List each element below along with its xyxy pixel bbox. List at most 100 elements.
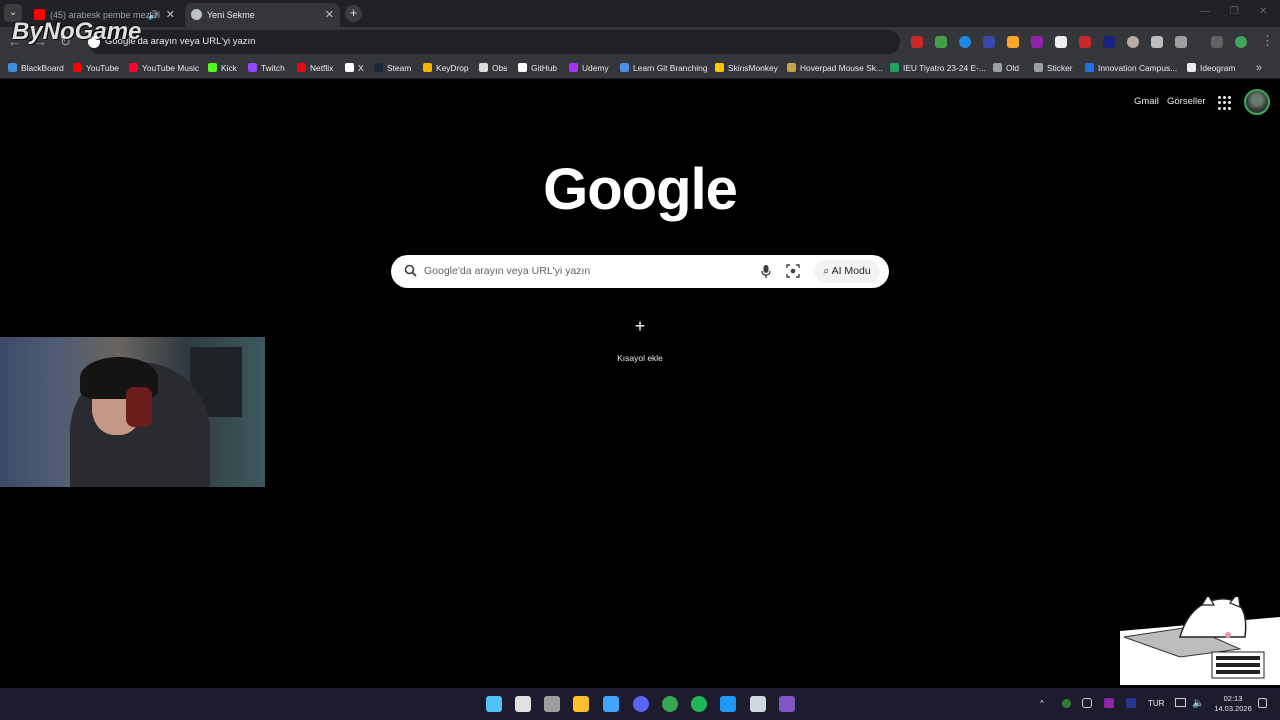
bookmark-item[interactable]: Old xyxy=(993,57,1019,79)
bookmark-item[interactable]: Sticker xyxy=(1034,57,1073,79)
maximize-icon[interactable]: ❐ xyxy=(1230,6,1239,17)
extension-icon[interactable] xyxy=(959,36,971,48)
title-bar: ⌄ (45) arabesk pembe mezarl 🔊 ✕ Yeni Sek… xyxy=(0,0,1280,27)
bookmark-label: X xyxy=(358,63,364,73)
bookmark-item[interactable]: Kick xyxy=(208,57,237,79)
bookmark-label: Innovation Campus... xyxy=(1098,63,1178,73)
tab-new-tab[interactable]: Yeni Sekme ✕ xyxy=(185,3,340,27)
search-box[interactable]: Google'da arayın veya URL'yi yazın ⌕ AI … xyxy=(391,255,889,288)
vscode-icon[interactable] xyxy=(720,696,736,712)
system-clock[interactable]: 02:13 14.03.2026 xyxy=(1208,694,1258,714)
bookmark-item[interactable]: Steam xyxy=(374,57,411,79)
spotify-icon[interactable] xyxy=(691,696,707,712)
bookmark-item[interactable]: Udemy xyxy=(569,57,609,79)
tray-overflow-chevron[interactable]: ^ xyxy=(1040,688,1044,720)
extension-icon[interactable] xyxy=(983,36,995,48)
bookmark-label: YouTube xyxy=(86,63,119,73)
bookmark-item[interactable]: IEU Tiyatro 23-24 E-... xyxy=(890,57,986,79)
google-lens-icon[interactable] xyxy=(786,264,800,278)
microphone-icon[interactable] xyxy=(760,264,772,279)
bookmark-item[interactable]: Innovation Campus... xyxy=(1085,57,1177,79)
account-avatar[interactable] xyxy=(1244,89,1270,115)
extension-icon[interactable] xyxy=(1007,36,1019,48)
discord-icon[interactable] xyxy=(633,696,649,712)
images-link[interactable]: Görseller xyxy=(1167,96,1206,107)
bookmark-label: Sticker xyxy=(1047,63,1073,73)
speaker-icon[interactable]: 🔊 xyxy=(148,3,159,27)
bookmark-item[interactable]: Ideogram xyxy=(1187,57,1235,79)
steam-icon[interactable] xyxy=(750,696,766,712)
language-indicator[interactable]: TUR xyxy=(1148,688,1164,720)
task-view-icon[interactable] xyxy=(544,696,560,712)
bookmark-label: Obs xyxy=(492,63,508,73)
chrome-icon[interactable] xyxy=(662,696,678,712)
file-explorer-icon[interactable] xyxy=(573,696,589,712)
bookmark-item[interactable]: YouTube Music xyxy=(129,57,199,79)
bookmark-favicon-icon xyxy=(787,63,796,72)
extension-icon[interactable] xyxy=(911,36,923,48)
tray-app-icon[interactable] xyxy=(1126,698,1136,708)
bookmark-favicon-icon xyxy=(1187,63,1196,72)
network-icon[interactable] xyxy=(1175,698,1186,707)
volume-icon[interactable]: 🔈 xyxy=(1192,688,1204,720)
menu-kebab-icon[interactable]: ⋮ xyxy=(1261,33,1274,49)
extension-icon[interactable] xyxy=(1151,36,1163,48)
windows-start-icon[interactable] xyxy=(486,696,502,712)
search-icon[interactable] xyxy=(515,696,531,712)
extension-icon[interactable] xyxy=(1127,36,1139,48)
bookmark-label: Twitch xyxy=(261,63,285,73)
bookmark-item[interactable]: X xyxy=(345,57,364,79)
address-bar[interactable]: Google'da arayın veya URL'yi yazın xyxy=(88,30,900,54)
bookmarks-overflow-icon[interactable]: » xyxy=(1256,57,1262,79)
tray-onenote-icon[interactable] xyxy=(1104,698,1114,708)
close-tab-icon[interactable]: ✕ xyxy=(166,3,175,27)
bookmark-item[interactable]: Learn Git Branching xyxy=(620,57,708,79)
close-window-icon[interactable]: ✕ xyxy=(1259,6,1267,17)
bookmark-item[interactable]: SkinsMonkey xyxy=(715,57,778,79)
bookmark-favicon-icon xyxy=(993,63,1002,72)
extension-shield-icon[interactable] xyxy=(935,36,947,48)
bookmark-label: KeyDrop xyxy=(436,63,469,73)
extension-icon[interactable] xyxy=(1103,36,1115,48)
close-tab-icon[interactable]: ✕ xyxy=(325,3,334,27)
bookmark-favicon-icon xyxy=(1034,63,1043,72)
bookmark-item[interactable]: GitHub xyxy=(518,57,557,79)
extension-icon[interactable] xyxy=(1055,36,1067,48)
bookmark-item[interactable]: Hoverpad Mouse Sk... xyxy=(787,57,883,79)
tray-app-icon[interactable] xyxy=(1062,699,1071,708)
bookmark-label: IEU Tiyatro 23-24 E-... xyxy=(903,63,986,73)
bookmark-item[interactable]: Obs xyxy=(479,57,507,79)
profile-avatar-icon[interactable] xyxy=(1235,36,1247,48)
extensions-puzzle-icon[interactable] xyxy=(1175,36,1187,48)
bookmark-label: Udemy xyxy=(582,63,609,73)
tab-actions-icon[interactable] xyxy=(1211,36,1223,48)
add-shortcut-button[interactable]: + xyxy=(628,314,652,338)
ai-mode-label: AI Modu xyxy=(831,265,871,277)
notification-bell-icon[interactable] xyxy=(1258,698,1267,708)
clock-time: 02:13 xyxy=(1223,694,1243,703)
gmail-link[interactable]: Gmail xyxy=(1134,96,1159,107)
bookmark-item[interactable]: Twitch xyxy=(248,57,285,79)
extension-icon[interactable] xyxy=(1031,36,1043,48)
bookmark-item[interactable]: KeyDrop xyxy=(423,57,469,79)
microsoft-store-icon[interactable] xyxy=(603,696,619,712)
extension-icon[interactable] xyxy=(1079,36,1091,48)
bookmark-favicon-icon xyxy=(1085,63,1094,72)
bookmark-item[interactable]: Netflix xyxy=(297,57,333,79)
bookmark-favicon-icon xyxy=(129,63,138,72)
google-apps-icon[interactable] xyxy=(1218,96,1232,110)
bookmark-favicon-icon xyxy=(890,63,899,72)
search-icon xyxy=(404,264,417,277)
tab-title: Yeni Sekme xyxy=(207,10,255,20)
search-placeholder: Google'da arayın veya URL'yi yazın xyxy=(424,265,591,277)
bookmark-favicon-icon xyxy=(345,63,354,72)
ai-mode-button[interactable]: ⌕ AI Modu xyxy=(814,260,880,283)
bookmark-label: Ideogram xyxy=(1200,63,1236,73)
bookmark-item[interactable]: YouTube xyxy=(73,57,119,79)
new-tab-button[interactable]: + xyxy=(345,5,362,22)
bookmark-item[interactable]: BlackBoard xyxy=(8,57,64,79)
bookmark-label: Learn Git Branching xyxy=(633,63,708,73)
game-controller-icon[interactable] xyxy=(779,696,795,712)
tray-app-icon[interactable] xyxy=(1082,698,1092,708)
minimize-icon[interactable]: — xyxy=(1200,6,1210,17)
